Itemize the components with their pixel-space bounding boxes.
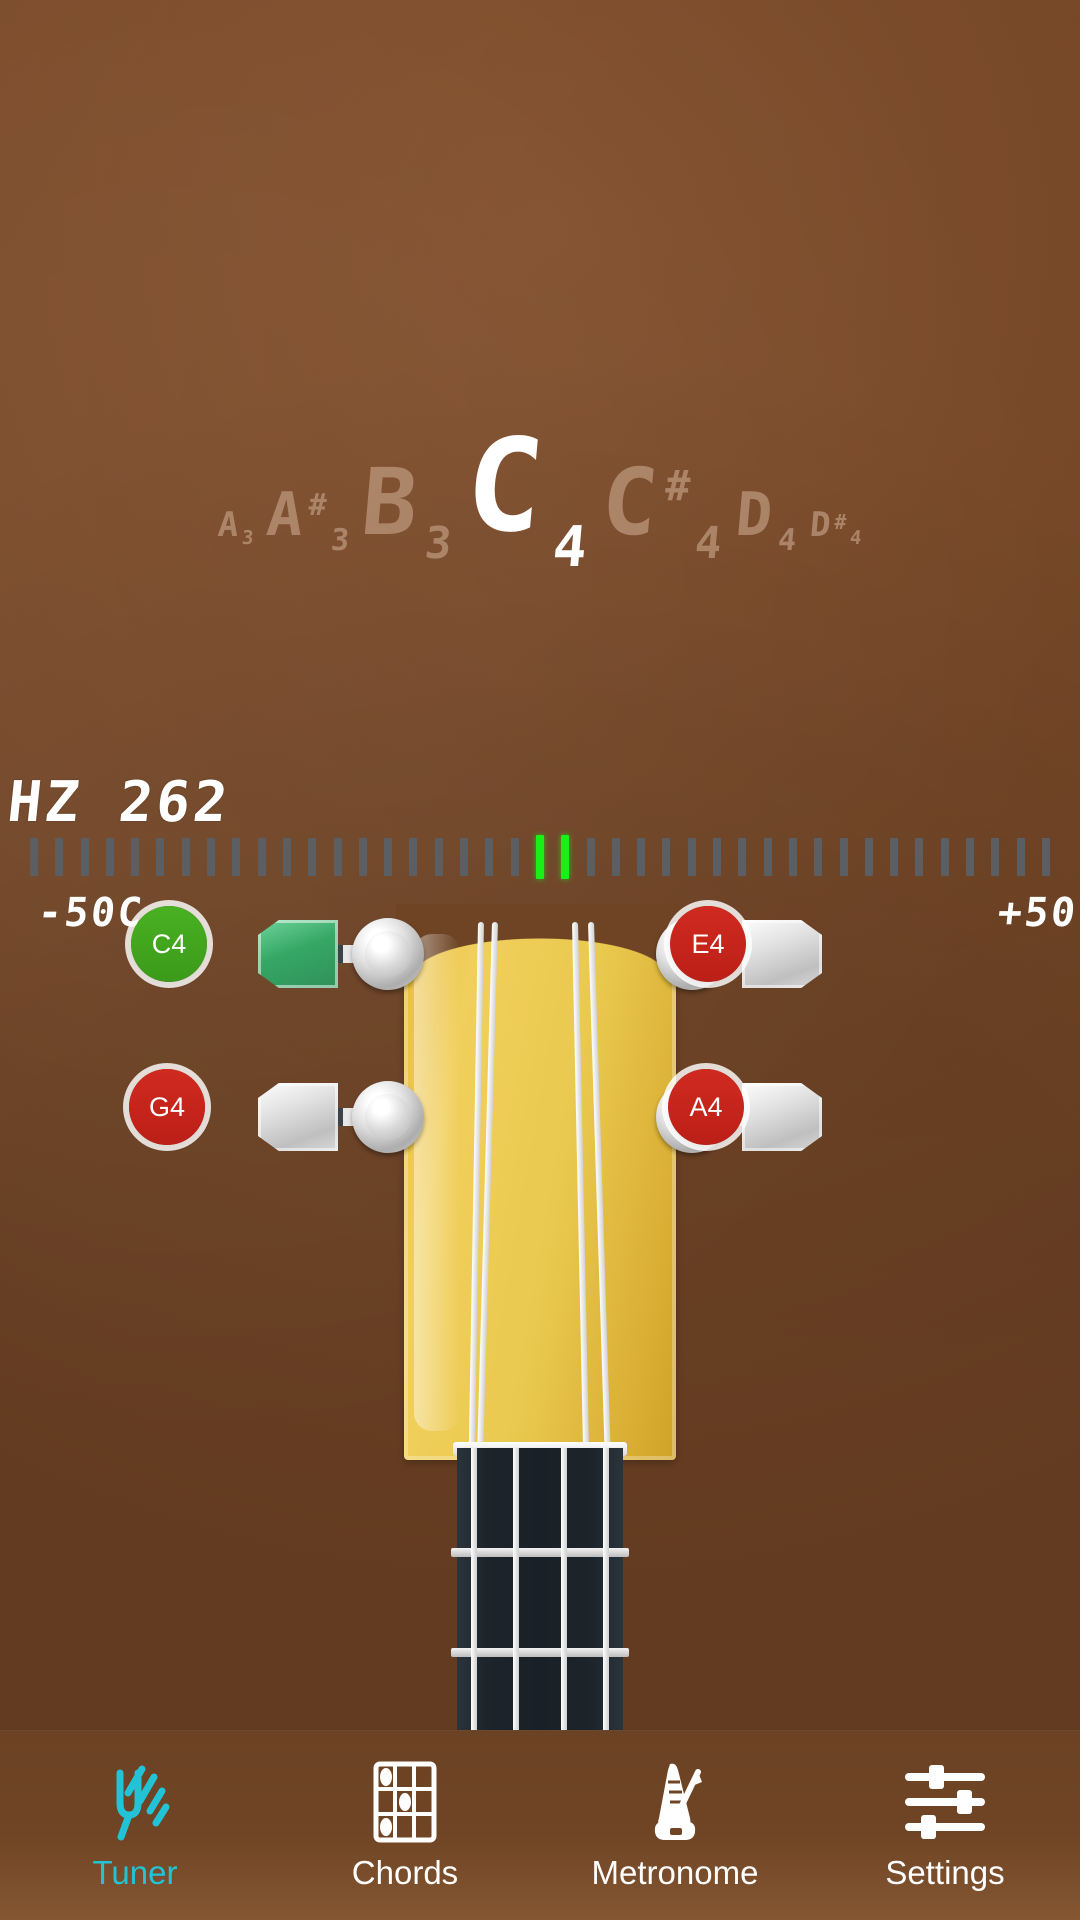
note-letter: D bbox=[808, 505, 835, 546]
meter-tick bbox=[460, 838, 469, 876]
meter-tick bbox=[915, 838, 924, 876]
meter-tick bbox=[940, 838, 949, 876]
peg-c4-knob[interactable] bbox=[258, 920, 338, 988]
meter-tick bbox=[80, 838, 89, 876]
meter-tick bbox=[485, 838, 494, 876]
note-sharp-sign: # bbox=[834, 510, 848, 535]
meter-tick bbox=[788, 838, 797, 876]
board-string-3 bbox=[561, 1448, 567, 1748]
note-letter: D bbox=[733, 479, 780, 550]
meter-tick bbox=[991, 838, 1000, 876]
note-B3: B3 bbox=[357, 448, 457, 569]
headstock bbox=[396, 904, 684, 1460]
meter-tick bbox=[890, 838, 899, 876]
meter-tick bbox=[257, 838, 266, 876]
peg-g4-knob[interactable] bbox=[258, 1083, 338, 1151]
string-button-g4[interactable]: G4 bbox=[129, 1069, 205, 1145]
meter-tick bbox=[409, 838, 418, 876]
note-letter: C bbox=[597, 448, 668, 556]
string-button-c4[interactable]: C4 bbox=[131, 906, 207, 982]
peg-g4-post bbox=[352, 1081, 424, 1153]
nav-item-chords[interactable]: Chords bbox=[270, 1731, 540, 1920]
meter-tick bbox=[232, 838, 241, 876]
bottom-navbar: Tuner Chords Metronome Settings bbox=[0, 1730, 1080, 1920]
peg-e4-knob[interactable] bbox=[742, 920, 822, 988]
meter-tick bbox=[662, 838, 671, 876]
nav-label-chords: Chords bbox=[351, 1853, 459, 1891]
note-octave: 3 bbox=[423, 518, 457, 569]
meter-tick bbox=[131, 838, 140, 876]
string-button-a4[interactable]: A4 bbox=[668, 1069, 744, 1145]
board-string-2 bbox=[513, 1448, 519, 1748]
nav-label-metronome: Metronome bbox=[591, 1853, 759, 1891]
peg-c4-post bbox=[352, 918, 424, 990]
meter-tick bbox=[156, 838, 165, 876]
headstock-gloss bbox=[414, 934, 460, 1431]
meter-tick-active bbox=[561, 835, 570, 879]
meter-tick bbox=[434, 838, 443, 876]
note-octave: 3 bbox=[329, 523, 352, 558]
meter-tick bbox=[1016, 838, 1025, 876]
note-Asharp3: A #3 bbox=[263, 479, 352, 558]
note-octave: 4 bbox=[550, 515, 594, 580]
board-string-4 bbox=[603, 1448, 609, 1748]
note-octave: 3 bbox=[241, 527, 256, 549]
meter-tick bbox=[763, 838, 772, 876]
string-button-e4[interactable]: E4 bbox=[670, 906, 746, 982]
meter-tick bbox=[30, 838, 38, 876]
meter-tick bbox=[105, 838, 114, 876]
note-octave: 4 bbox=[776, 523, 800, 558]
note-D4: D4 bbox=[733, 479, 799, 558]
meter-tick bbox=[333, 838, 342, 876]
nav-label-tuner: Tuner bbox=[92, 1853, 178, 1891]
nav-label-settings: Settings bbox=[885, 1853, 1005, 1891]
meter-tick bbox=[687, 838, 696, 876]
meter-tick bbox=[282, 838, 291, 876]
nav-item-metronome[interactable]: Metronome bbox=[540, 1731, 810, 1920]
note-letter: B bbox=[357, 448, 429, 556]
tuning-fork-icon bbox=[98, 1760, 172, 1844]
note-A3: A3 bbox=[216, 505, 256, 549]
note-letter: C bbox=[460, 412, 558, 562]
meter-tick bbox=[358, 838, 367, 876]
note-sharp-sign: # bbox=[665, 460, 694, 510]
note-letter: A bbox=[263, 479, 310, 550]
meter-tick bbox=[965, 838, 974, 876]
note-C4: C4 bbox=[460, 412, 593, 580]
nav-item-settings[interactable]: Settings bbox=[810, 1731, 1080, 1920]
note-Csharp4: C #4 bbox=[597, 448, 727, 569]
note-sharp-sign: # bbox=[308, 487, 329, 523]
sliders-icon bbox=[905, 1760, 985, 1844]
note-scale: A 3 A #3 B 3 C 4 C #4 D 4 D #4 bbox=[0, 330, 1080, 580]
fretboard bbox=[451, 1448, 629, 1749]
note-letter: A bbox=[216, 505, 243, 546]
cents-meter bbox=[30, 833, 1050, 881]
meter-tick bbox=[384, 838, 393, 876]
meter-tick bbox=[814, 838, 823, 876]
meter-tick bbox=[713, 838, 722, 876]
board-string-1 bbox=[471, 1448, 477, 1748]
meter-tick bbox=[738, 838, 747, 876]
meter-tick bbox=[1041, 838, 1050, 876]
note-Dsharp4: D #4 bbox=[808, 505, 863, 549]
meter-tick bbox=[839, 838, 848, 876]
chord-grid-icon bbox=[373, 1760, 437, 1844]
meter-tick bbox=[864, 838, 873, 876]
meter-tick bbox=[308, 838, 317, 876]
meter-tick bbox=[55, 838, 64, 876]
meter-tick-active bbox=[535, 835, 544, 879]
peg-a4-knob[interactable] bbox=[742, 1083, 822, 1151]
note-octave: 4 bbox=[692, 518, 727, 569]
meter-tick bbox=[586, 838, 595, 876]
note-octave: 4 bbox=[848, 527, 864, 549]
meter-tick bbox=[611, 838, 620, 876]
meter-tick bbox=[510, 838, 519, 876]
meter-tick bbox=[181, 838, 190, 876]
metronome-icon bbox=[640, 1760, 710, 1844]
meter-tick bbox=[637, 838, 646, 876]
frequency-readout: HZ 262 bbox=[4, 770, 234, 835]
nav-item-tuner[interactable]: Tuner bbox=[0, 1731, 270, 1920]
meter-tick bbox=[207, 838, 216, 876]
